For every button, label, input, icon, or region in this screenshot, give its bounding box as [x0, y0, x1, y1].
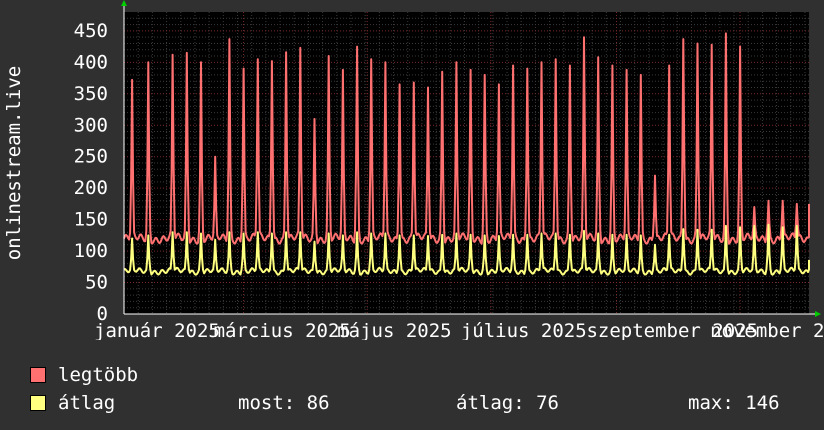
x-tick-label: március 2025 [214, 320, 351, 340]
legend-swatch-max [30, 367, 46, 383]
stat-max: max: 146 [688, 392, 780, 414]
legend-swatch-avg [30, 395, 46, 411]
x-tick-label: május 2025 [337, 320, 451, 340]
y-tick-label: 200 [74, 177, 108, 199]
y-tick-label: 100 [74, 240, 108, 262]
x-tick-label: július 2025 [461, 320, 587, 340]
y-axis-label-text: onlinestream.live [3, 65, 25, 261]
legend-label-max: legtöbb [58, 364, 139, 386]
y-tick-label: 300 [74, 114, 108, 136]
stat-now: most: 86 [238, 392, 330, 414]
x-tick-label: november 2025 [710, 320, 824, 340]
y-tick-label: 350 [74, 83, 108, 105]
chart-area: 050100150200250300350400450január 2025má… [74, 0, 824, 340]
y-tick-label: 50 [85, 272, 108, 294]
y-tick-label: 250 [74, 146, 108, 168]
y-tick-label: 450 [74, 20, 108, 42]
y-axis-label: onlinestream.live [2, 52, 26, 274]
stat-avg: átlag: 76 [456, 392, 559, 414]
y-tick-label: 150 [74, 209, 108, 231]
y-axis-arrow [121, 0, 127, 6]
x-tick-label: január 2025 [94, 320, 220, 340]
x-axis-arrow [815, 311, 821, 317]
legend-label-avg: átlag [58, 392, 116, 414]
y-tick-label: 400 [74, 51, 108, 73]
